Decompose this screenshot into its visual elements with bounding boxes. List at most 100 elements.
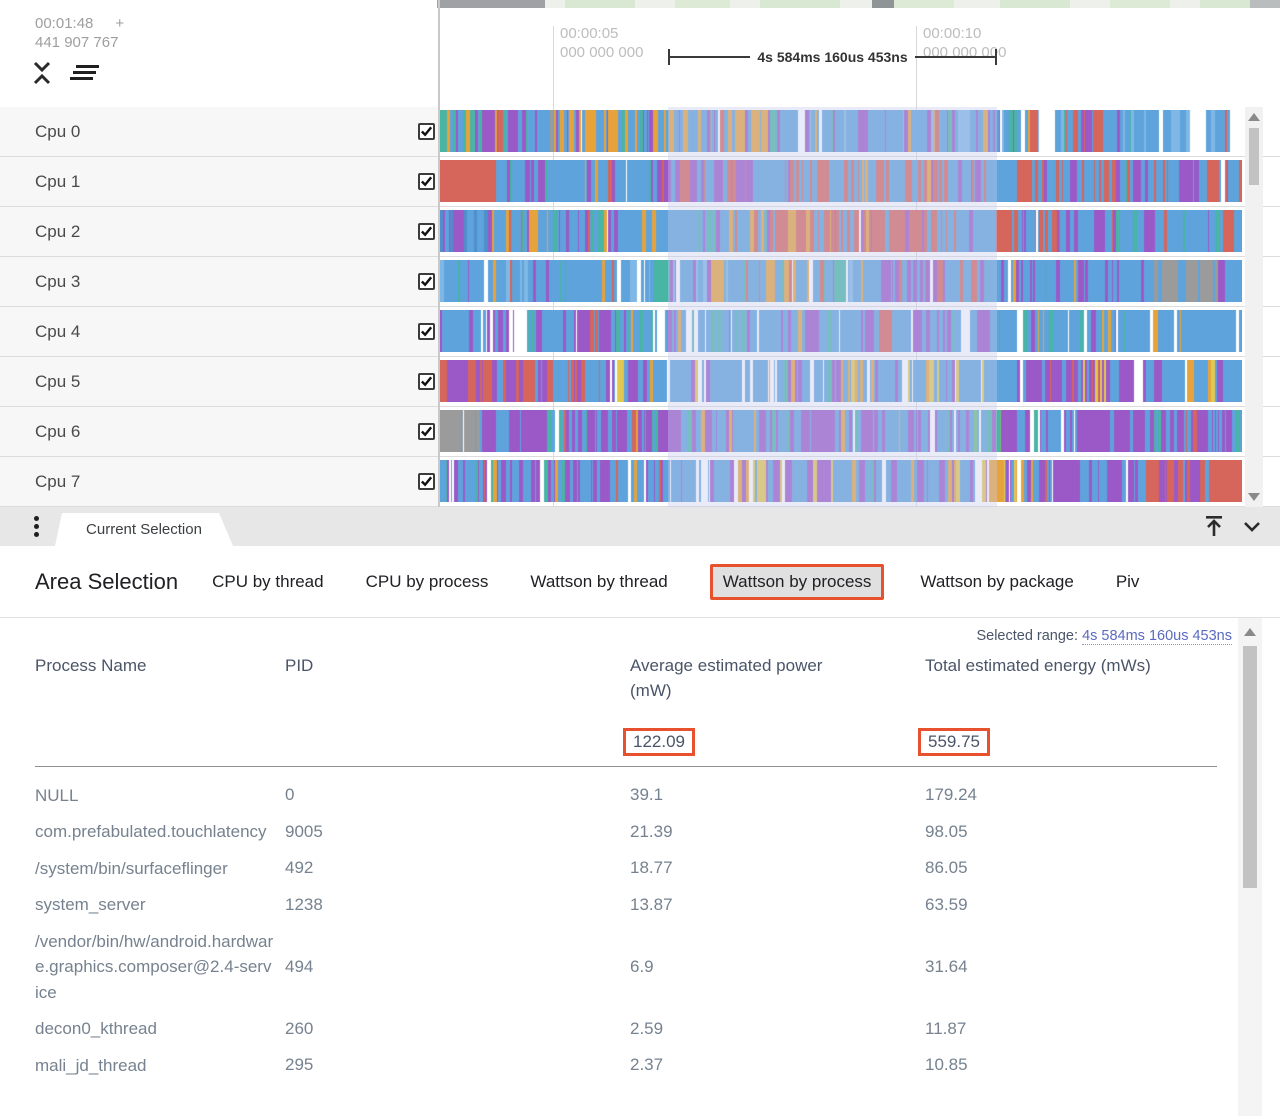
track-shelf[interactable]: Cpu 4 (0, 307, 438, 356)
column-header: Total estimated energy (mWs) (925, 654, 1217, 679)
table-row: mali_jd_thread2952.3710.85 (35, 1047, 1217, 1084)
area-selection-title: Area Selection (35, 569, 178, 595)
track-label: Cpu 5 (35, 357, 80, 406)
cpu-track-row: Cpu 4 (0, 307, 1280, 357)
header-divider (35, 766, 1217, 767)
panel-tab-wattson-by-package[interactable]: Wattson by package (920, 572, 1073, 592)
minimap-segment (437, 0, 545, 8)
detail-tabstrip: Current Selection (0, 507, 1280, 546)
minimap-segment (760, 0, 840, 8)
table-cell: 179.24 (925, 785, 1217, 805)
track-checkbox[interactable] (418, 323, 435, 340)
timeline-scrollbar-thumb[interactable] (1249, 128, 1259, 185)
track-shelf[interactable]: Cpu 0 (0, 107, 438, 156)
track-shelf[interactable]: Cpu 6 (0, 407, 438, 456)
track-shelf[interactable]: Cpu 2 (0, 207, 438, 256)
selected-range-link[interactable]: 4s 584ms 160us 453ns (1082, 628, 1232, 645)
table-cell: 13.87 (630, 895, 925, 915)
track-shelf[interactable]: Cpu 1 (0, 157, 438, 206)
minimap-segment (675, 0, 730, 8)
cpu-track-row: Cpu 6 (0, 407, 1280, 457)
collapse-panel-chevron-icon[interactable] (1240, 514, 1264, 538)
table-cell: 21.39 (630, 822, 925, 842)
cpu-track-row: Cpu 1 (0, 157, 1280, 207)
track-label: Cpu 2 (35, 207, 80, 256)
ruler-tick-line (916, 26, 917, 107)
table-cell: 6.9 (630, 957, 925, 977)
minimap-segment (565, 0, 635, 8)
panel-scroll-up-icon[interactable] (1244, 628, 1256, 636)
track-checkbox[interactable] (418, 173, 435, 190)
track-shelf[interactable]: Cpu 7 (0, 457, 438, 506)
table-cell: 1238 (285, 895, 630, 915)
track-checkbox[interactable] (418, 373, 435, 390)
area-selection-tabbar: Area Selection CPU by thread CPU by proce… (0, 546, 1280, 618)
checkmark-icon (420, 275, 433, 288)
cpu-slices-canvas[interactable] (440, 310, 1242, 352)
cpu-slices-canvas[interactable] (440, 260, 1242, 302)
track-checkbox[interactable] (418, 473, 435, 490)
wattson-by-process-panel: Selected range: 4s 584ms 160us 453ns Pro… (0, 618, 1280, 1116)
checkmark-icon (420, 225, 433, 238)
table-cell: 10.85 (925, 1055, 1217, 1075)
table-cell: system_server (35, 892, 285, 918)
track-shelf[interactable]: Cpu 3 (0, 257, 438, 306)
table-cell: 18.77 (630, 858, 925, 878)
clear-all-icon[interactable] (70, 62, 100, 84)
table-cell: 86.05 (925, 858, 1217, 878)
kebab-menu-icon[interactable] (34, 516, 40, 538)
table-cell: NULL (35, 783, 285, 809)
timeline-ruler[interactable]: 00:01:48+ 441 907 767 00:00:05000 000 00… (0, 8, 1280, 107)
panel-scrollbar-thumb[interactable] (1243, 646, 1257, 888)
cpu-slices-canvas[interactable] (440, 110, 1242, 152)
cpu-slices-canvas[interactable] (440, 360, 1242, 402)
column-header: PID (285, 654, 630, 679)
panel-tab-wattson-by-thread[interactable]: Wattson by thread (530, 572, 667, 592)
cpu-slices-canvas[interactable] (440, 210, 1242, 252)
checkmark-icon (420, 125, 433, 138)
cpu-slices-canvas[interactable] (440, 410, 1242, 452)
panel-tab-wattson-by-process[interactable]: Wattson by process (710, 564, 885, 600)
track-checkbox[interactable] (418, 273, 435, 290)
perfetto-ui: 00:01:48+ 441 907 767 00:00:05000 000 00… (0, 0, 1280, 1116)
panel-tab-cpu-by-process[interactable]: CPU by process (366, 572, 489, 592)
scroll-down-icon[interactable] (1248, 493, 1260, 501)
track-checkbox[interactable] (418, 123, 435, 140)
collapse-tracks-icon[interactable] (30, 60, 54, 86)
timeline-minimap[interactable] (0, 0, 1280, 8)
ruler-tick-line (553, 26, 554, 107)
panel-tab-cpu-by-thread[interactable]: CPU by thread (212, 572, 324, 592)
table-cell: /vendor/bin/hw/android.hardware.graphics… (35, 929, 285, 1006)
cpu-slices-canvas[interactable] (440, 160, 1242, 202)
table-cell: 295 (285, 1055, 630, 1075)
table-cell: 31.64 (925, 957, 1217, 977)
table-row: /system/bin/surfaceflinger49218.7786.05 (35, 850, 1217, 887)
track-checkbox[interactable] (418, 423, 435, 440)
track-shelf[interactable]: Cpu 5 (0, 357, 438, 406)
selection-range-measure: 4s 584ms 160us 453ns (668, 48, 997, 66)
track-label: Cpu 7 (35, 457, 80, 506)
panel-tab-piv[interactable]: Piv (1116, 572, 1140, 592)
table-cell: 2.37 (630, 1055, 925, 1075)
table-cell: mali_jd_thread (35, 1053, 285, 1079)
checkmark-icon (420, 475, 433, 488)
panel-scrollbar[interactable] (1238, 618, 1262, 1116)
column-header: Average estimated power (mW) (630, 654, 925, 703)
track-checkbox[interactable] (418, 223, 435, 240)
table-row: system_server123813.8763.59 (35, 887, 1217, 924)
timeline-clock: 00:01:48+ 441 907 767 (35, 14, 124, 52)
minimap-segment (872, 0, 894, 8)
scroll-up-icon[interactable] (1248, 113, 1260, 121)
table-summary-row: 122.09 559.75 (35, 724, 1217, 760)
cpu-tracks-area: Cpu 0Cpu 1Cpu 2Cpu 3Cpu 4Cpu 5Cpu 6Cpu 7 (0, 107, 1280, 507)
table-cell: 260 (285, 1019, 630, 1039)
dock-to-top-icon[interactable] (1202, 514, 1226, 538)
timeline-scrollbar[interactable] (1245, 107, 1263, 507)
table-cell: 2.59 (630, 1019, 925, 1039)
selected-range-line: Selected range: 4s 584ms 160us 453ns (976, 628, 1232, 644)
tab-current-selection[interactable]: Current Selection (55, 513, 233, 546)
minimap-segment (1250, 0, 1280, 8)
cpu-slices-canvas[interactable] (440, 460, 1242, 502)
clock-plus: + (115, 15, 124, 32)
table-header-row: Process NamePIDAverage estimated power (… (35, 654, 1217, 724)
